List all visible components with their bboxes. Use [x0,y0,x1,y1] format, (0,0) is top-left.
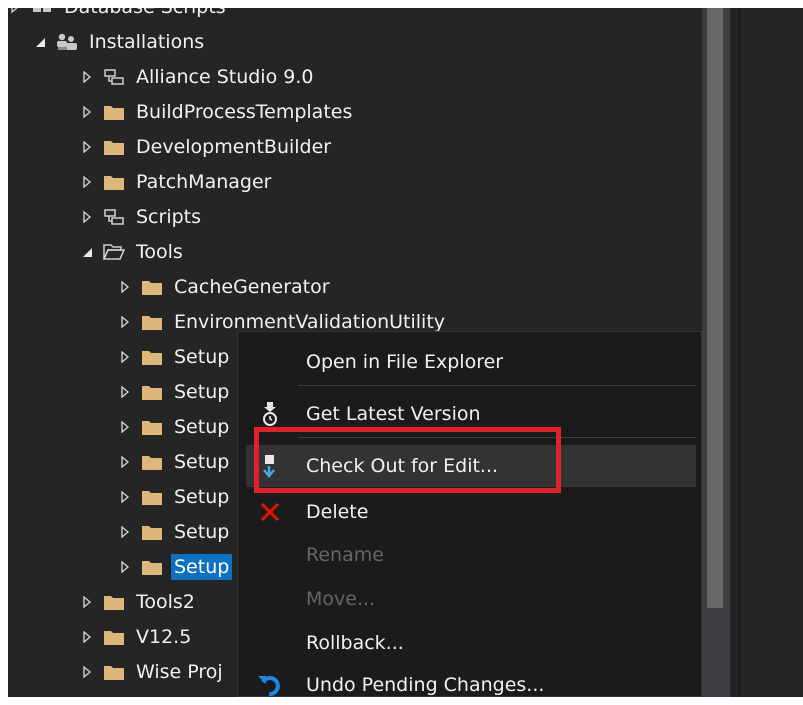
collapsed-arrow-icon[interactable] [118,384,132,400]
tree-node-tools[interactable]: Tools [8,235,800,269]
team-project-icon [55,33,79,51]
collapsed-arrow-icon[interactable] [118,524,132,540]
highlight-annotation-box [254,427,561,493]
folder-icon [102,173,126,191]
folder-icon [102,628,126,646]
delete-x-icon [256,498,284,526]
folder-icon [140,383,164,401]
collapsed-arrow-icon[interactable] [80,664,94,680]
panel-divider [728,8,730,697]
menu-item-undo-pending-changes[interactable]: Undo Pending Changes... [246,665,696,705]
get-latest-icon [256,400,284,428]
tree-node-label: Setup [174,416,230,438]
menu-separator [298,385,696,386]
expanded-arrow-icon[interactable] [33,34,47,50]
tree-node-label: Scripts [136,206,202,228]
team-project-icon [30,8,54,16]
folder-icon [140,278,164,296]
menu-item-label: Rollback... [306,632,404,654]
folder-icon [102,103,126,121]
folder-icon [140,313,164,331]
tree-node-scripts[interactable]: Scripts [8,200,800,234]
tree-node-label: Database Scripts [64,8,226,20]
folder-icon [140,558,164,576]
tree-node-label: Setup [174,486,230,508]
tree-node-patchmanager[interactable]: PatchManager [8,165,800,199]
collapsed-arrow-icon[interactable] [118,454,132,470]
collapsed-arrow-icon[interactable] [118,349,132,365]
tree-node-database-scripts[interactable]: Database Scripts [8,8,728,24]
collapsed-arrow-icon[interactable] [118,419,132,435]
tree-node-label: BuildProcessTemplates [136,101,353,123]
tree-node-label: Tools2 [136,591,195,613]
menu-item-label: Delete [306,501,369,523]
folder-icon [102,138,126,156]
expanded-arrow-icon[interactable] [80,244,94,260]
panel-divider [738,8,741,697]
tree-node-label: Setup [171,554,233,580]
tree-node-alliance-studio[interactable]: Alliance Studio 9.0 [8,60,800,94]
collapsed-arrow-icon[interactable] [118,314,132,330]
collapsed-arrow-icon[interactable] [118,279,132,295]
tree-node-label: PatchManager [136,171,272,193]
collapsed-arrow-icon[interactable] [80,174,94,190]
vertical-scrollbar-thumb[interactable] [707,8,723,608]
menu-item-label: Undo Pending Changes... [306,674,545,696]
folder-icon [140,453,164,471]
collapsed-arrow-icon[interactable] [80,209,94,225]
folder-icon [140,418,164,436]
collapsed-arrow-icon[interactable] [118,559,132,575]
undo-icon [256,671,284,699]
tree-node-label: Setup [174,451,230,473]
context-menu: Open in File Explorer Get Latest Version… [237,331,702,697]
menu-item-label: Rename [306,544,384,566]
tree-node-label: Setup [174,521,230,543]
menu-item-label: Open in File Explorer [306,351,504,373]
collapsed-arrow-icon[interactable] [80,104,94,120]
collapsed-arrow-icon[interactable] [80,69,94,85]
branch-icon [102,68,126,86]
tree-node-label: DevelopmentBuilder [136,136,332,158]
tree-node-cachegenerator[interactable]: CacheGenerator [8,270,803,304]
tree-node-label: Alliance Studio 9.0 [136,66,314,88]
tree-node-label: Setup [174,346,230,368]
folder-icon [140,523,164,541]
menu-item-label: Get Latest Version [306,403,481,425]
menu-item-label: Move... [306,588,376,610]
collapsed-arrow-icon[interactable] [80,139,94,155]
collapsed-arrow-icon[interactable] [80,629,94,645]
folder-icon [102,593,126,611]
collapsed-arrow-icon[interactable] [80,594,94,610]
tree-node-label: V12.5 [136,626,192,648]
open-folder-icon [102,243,126,261]
menu-item-rollback[interactable]: Rollback... [246,623,696,663]
folder-icon [140,488,164,506]
menu-item-open-in-file-explorer[interactable]: Open in File Explorer [246,342,696,382]
tree-node-buildprocesstemplates[interactable]: BuildProcessTemplates [8,95,800,129]
collapsed-arrow-icon[interactable] [118,489,132,505]
menu-item-delete[interactable]: Delete [246,492,696,532]
tree-node-label: Installations [89,31,205,53]
menu-item-move[interactable]: Move... [246,579,696,619]
folder-icon [140,348,164,366]
tree-node-label: CacheGenerator [174,276,330,298]
tree-node-installations[interactable]: Installations [8,25,753,59]
branch-icon [102,208,126,226]
collapsed-arrow-icon[interactable] [8,8,22,15]
menu-item-rename[interactable]: Rename [246,535,696,575]
tree-node-developmentbuilder[interactable]: DevelopmentBuilder [8,130,800,164]
folder-icon [102,663,126,681]
tree-node-label: Wise Proj [136,661,223,683]
tree-node-label: Setup [174,381,230,403]
tree-node-label: Tools [136,241,183,263]
